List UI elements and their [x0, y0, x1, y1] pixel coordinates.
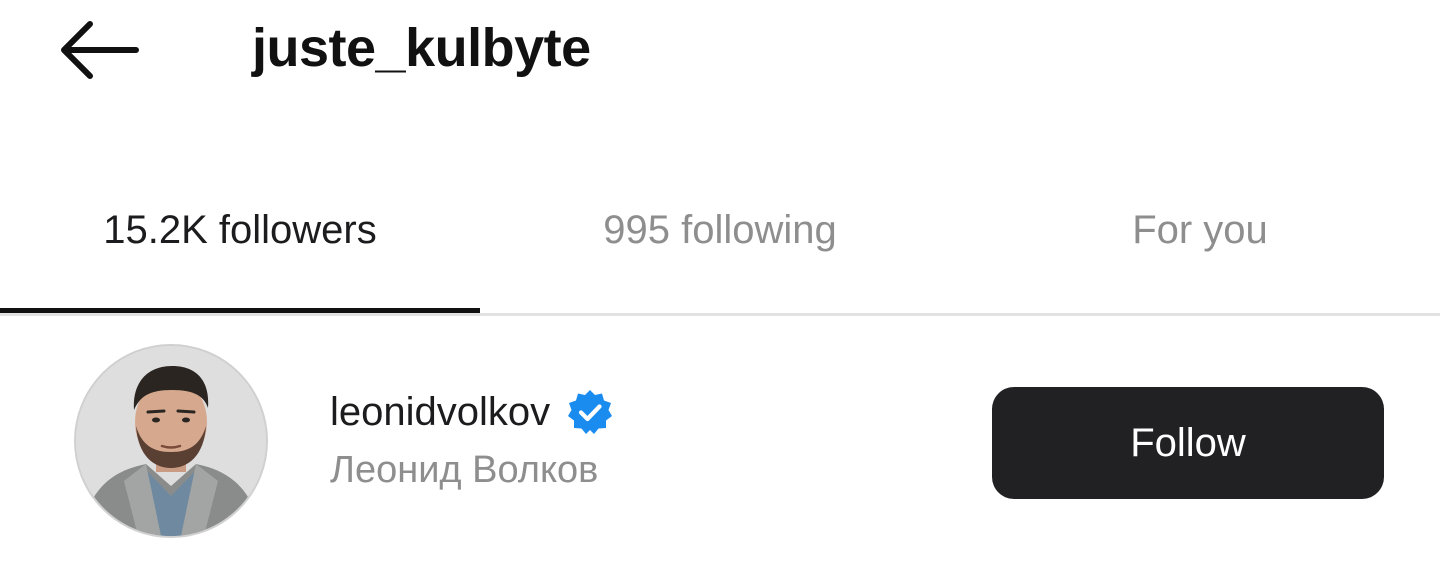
tab-following-label: 995 following [603, 208, 837, 252]
page-title: juste_kulbyte [252, 18, 591, 78]
tab-for-you-label: For you [1132, 208, 1268, 252]
list-item[interactable]: leonidvolkov Леонид Волков Follow [0, 330, 1440, 558]
user-full-name: Леонид Волков [330, 449, 599, 491]
avatar[interactable] [74, 344, 268, 538]
tab-divider [0, 313, 1440, 316]
top-bar: juste_kulbyte [0, 0, 1440, 110]
follow-button-label: Follow [1130, 420, 1246, 465]
profile-photo [76, 346, 266, 536]
user-handle: leonidvolkov [330, 390, 551, 434]
verified-badge-icon [568, 390, 613, 434]
back-button[interactable] [56, 18, 140, 82]
tab-following[interactable]: 995 following [480, 180, 960, 312]
tab-followers-label: 15.2K followers [103, 208, 377, 252]
tab-followers[interactable]: 15.2K followers [0, 180, 480, 312]
user-handle-link[interactable]: leonidvolkov [330, 384, 614, 440]
followers-page: juste_kulbyte 15.2K followers 995 follow… [0, 0, 1440, 588]
follow-button[interactable]: Follow [992, 387, 1384, 499]
arrow-left-icon [61, 21, 139, 79]
tab-for-you[interactable]: For you [960, 180, 1440, 312]
tab-bar: 15.2K followers 995 following For you [0, 180, 1440, 316]
